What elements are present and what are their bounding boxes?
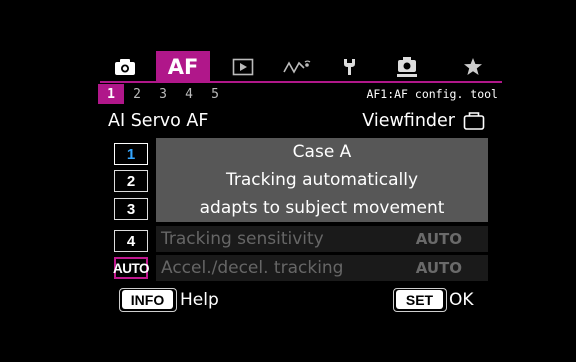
page-tab-2[interactable]: 2 <box>124 84 150 104</box>
page-tab-5[interactable]: 5 <box>202 84 228 104</box>
play-icon <box>232 58 254 75</box>
param-value: AUTO <box>415 259 462 277</box>
tab-wireless[interactable] <box>281 52 315 81</box>
af-mode-title: AI Servo AF <box>108 111 209 131</box>
star-icon <box>464 58 482 75</box>
page-tab-1[interactable]: 1 <box>98 84 124 104</box>
case-description-line-1: Tracking automatically <box>225 170 419 190</box>
set-button[interactable]: SET <box>393 288 447 312</box>
param-value: AUTO <box>415 230 462 248</box>
help-label: Help <box>180 290 219 310</box>
shooting-mode-label: Viewfinder <box>362 111 455 131</box>
ok-label: OK <box>449 290 474 310</box>
case-3-button[interactable]: 3 <box>114 198 148 220</box>
camera-icon <box>115 58 135 75</box>
param-label: Accel./decel. tracking <box>161 258 344 278</box>
info-key-label: INFO <box>122 290 173 309</box>
tab-setup[interactable] <box>336 52 362 81</box>
wireless-icon <box>283 59 311 74</box>
case-auto-button[interactable]: AUTO <box>113 257 150 279</box>
case-2-button[interactable]: 2 <box>114 170 148 192</box>
page-tabs: 1 2 3 4 5 <box>98 84 228 104</box>
custom-function-icon <box>397 56 417 77</box>
tab-custom[interactable] <box>392 52 422 81</box>
page-tab-3[interactable]: 3 <box>150 84 176 104</box>
case-1-button[interactable]: 1 <box>114 143 148 165</box>
case-title: Case A <box>292 142 352 162</box>
param-label: Tracking sensitivity <box>161 229 324 249</box>
info-button[interactable]: INFO <box>119 288 177 312</box>
param-row-tracking-sensitivity: Tracking sensitivity AUTO <box>156 226 488 252</box>
wrench-icon <box>344 58 355 75</box>
tab-shooting[interactable] <box>110 52 140 81</box>
param-row-accel-decel-tracking: Accel./decel. tracking AUTO <box>156 255 488 281</box>
case-4-button[interactable]: 4 <box>114 230 148 252</box>
case-description-panel: Case A Tracking automatically adapts to … <box>156 138 488 222</box>
tab-af-label: AF <box>167 54 199 79</box>
case-description-line-2: adapts to subject movement <box>199 198 445 218</box>
tab-af[interactable]: AF <box>156 51 210 82</box>
menu-name: AF1:AF config. tool <box>366 87 498 101</box>
tab-mymenu[interactable] <box>460 52 486 81</box>
tab-underline <box>100 81 502 83</box>
tab-playback[interactable] <box>228 52 258 81</box>
viewfinder-camera-icon <box>463 112 485 130</box>
page-tab-4[interactable]: 4 <box>176 84 202 104</box>
set-key-label: SET <box>396 290 443 309</box>
